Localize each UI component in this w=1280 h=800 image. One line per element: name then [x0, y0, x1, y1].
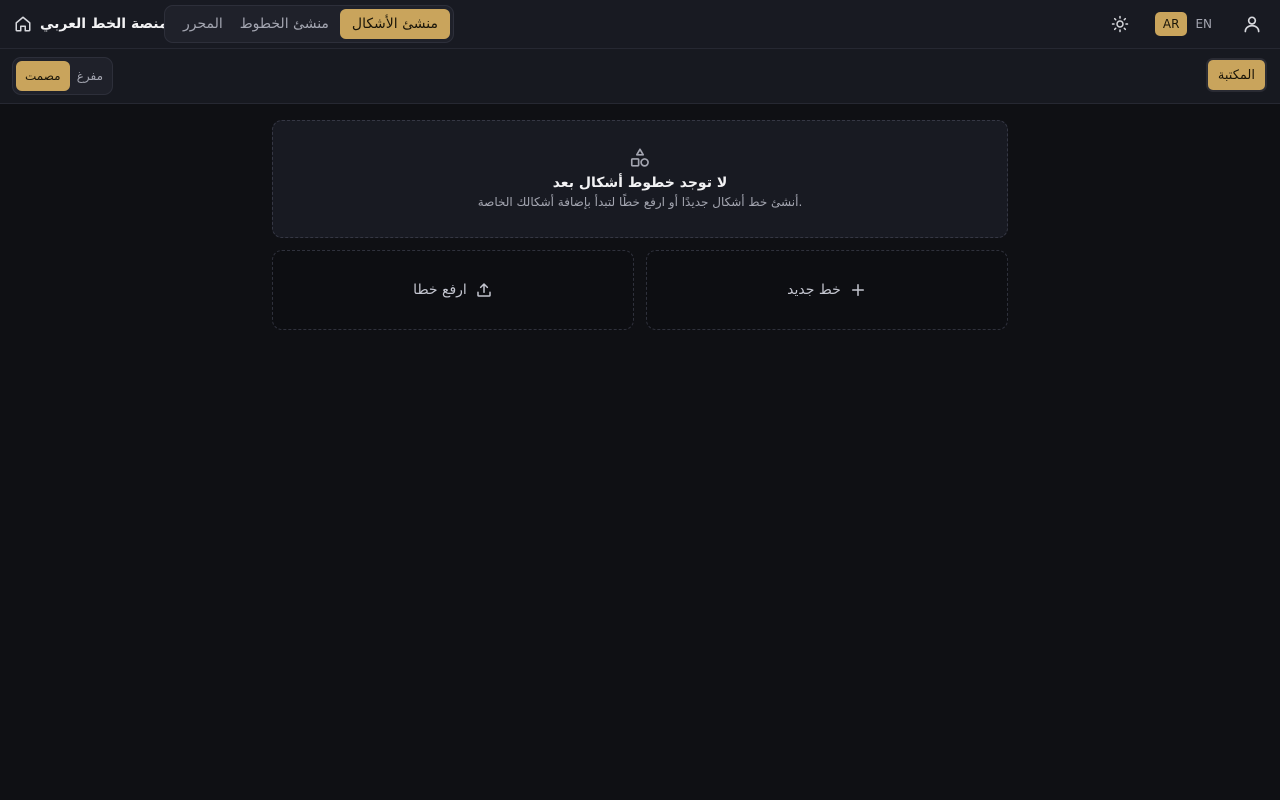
- lang-en-button[interactable]: EN: [1187, 12, 1220, 36]
- brand-title: منصة الخط العربي: [40, 16, 168, 32]
- tab-font-builder[interactable]: منشئ الخطوط: [234, 9, 335, 39]
- shapes-icon: [630, 148, 649, 167]
- user-icon[interactable]: [1242, 14, 1262, 34]
- sun-icon[interactable]: [1111, 15, 1129, 33]
- home-icon: [15, 16, 31, 32]
- plus-icon: [851, 284, 864, 296]
- lang-ar-button[interactable]: AR: [1154, 12, 1188, 36]
- tab-shape-builder[interactable]: منشئ الأشكال: [339, 9, 450, 39]
- empty-state-description: أنشئ خط أشكال جديدًا أو ارفع خطًا لتبدأ …: [477, 195, 803, 209]
- main-nav: منشئ الأشكال منشئ الخطوط المحرر: [164, 5, 454, 43]
- upload-icon: [477, 283, 491, 297]
- top-bar: منصة الخط العربي منشئ الأشكال منشئ الخطو…: [0, 0, 1280, 49]
- mode-solid[interactable]: مصمت: [16, 61, 70, 91]
- sub-toolbar: مصمت مفرغ المكتبة: [0, 49, 1280, 104]
- brand[interactable]: منصة الخط العربي: [14, 12, 168, 36]
- empty-state-title: لا توجد خطوط أشكال بعد: [552, 175, 728, 191]
- fill-mode-toggle: مصمت مفرغ: [12, 57, 113, 95]
- upload-font-label: ارفع خطا: [413, 282, 467, 298]
- empty-state: لا توجد خطوط أشكال بعد أنشئ خط أشكال جدي…: [272, 120, 1008, 238]
- header-tools: AR EN: [1111, 8, 1262, 40]
- new-font-label: خط جديد: [787, 282, 841, 298]
- library-button[interactable]: المكتبة: [1205, 58, 1267, 92]
- new-font-button[interactable]: خط جديد: [646, 250, 1008, 330]
- upload-font-button[interactable]: ارفع خطا: [272, 250, 634, 330]
- mode-outline[interactable]: مفرغ: [71, 61, 109, 91]
- tab-editor[interactable]: المحرر: [177, 9, 229, 39]
